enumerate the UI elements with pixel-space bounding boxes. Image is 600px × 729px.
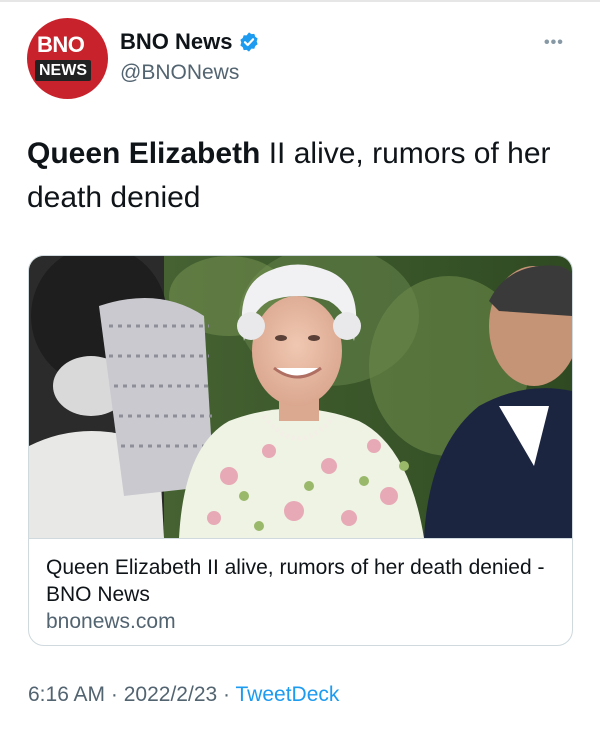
card-domain: bnonews.com <box>46 610 176 633</box>
tweet-meta: 6:16 AM · 2022/2/23 · TweetDeck <box>28 683 339 707</box>
link-preview-card[interactable]: Queen Elizabeth II alive, rumors of her … <box>28 255 573 646</box>
display-name[interactable]: BNO News <box>120 29 232 55</box>
avatar-logo-sub: NEWS <box>35 60 91 81</box>
tweet-text: Queen Elizabeth II alive, rumors of her … <box>27 132 577 219</box>
card-photo <box>29 256 572 538</box>
display-name-row[interactable]: BNO News <box>120 29 260 55</box>
verified-badge-icon <box>240 32 259 52</box>
card-info[interactable]: Queen Elizabeth II alive, rumors of her … <box>29 538 572 645</box>
avatar[interactable]: BNO NEWS <box>27 18 108 99</box>
tweet-text-bold: Queen Elizabeth <box>27 137 261 170</box>
tweet-date[interactable]: 2022/2/23 <box>124 683 217 706</box>
author-handle[interactable]: @BNONews <box>120 61 239 85</box>
more-options-icon[interactable]: ••• <box>544 34 564 52</box>
separator-dot: · <box>223 683 231 706</box>
avatar-logo-text: BNO <box>37 32 85 57</box>
tweet-source-link[interactable]: TweetDeck <box>236 683 340 706</box>
tweet-time[interactable]: 6:16 AM <box>28 683 105 706</box>
separator-dot: · <box>110 683 118 706</box>
top-divider <box>0 0 600 2</box>
card-title[interactable]: Queen Elizabeth II alive, rumors of her … <box>46 554 556 609</box>
